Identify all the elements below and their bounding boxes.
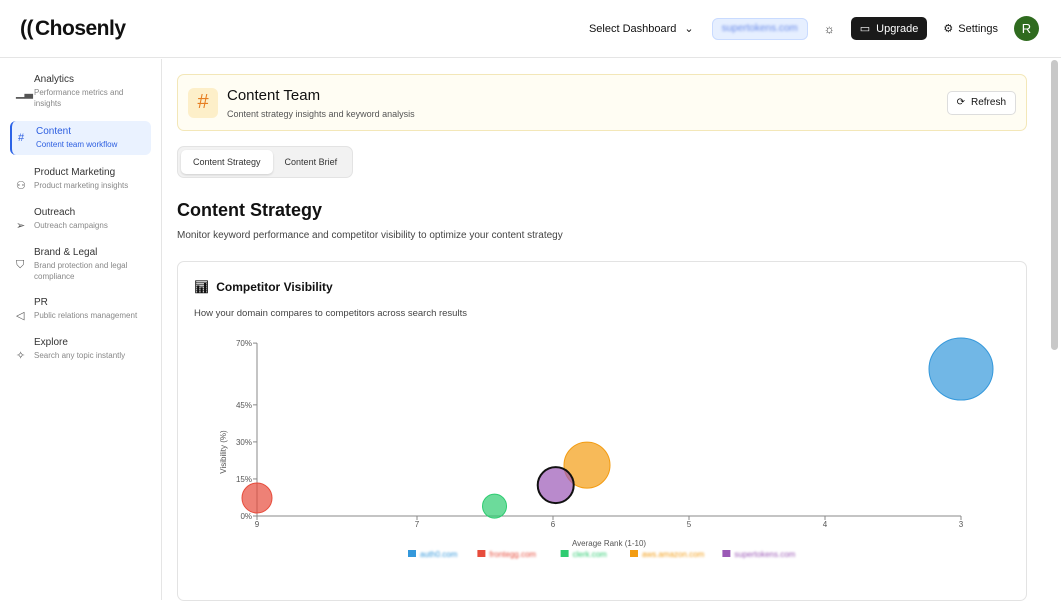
sidebar-item-pr[interactable]: ◁ PR Public relations management (10, 294, 151, 325)
bubble-auth0-com (928, 337, 994, 401)
scrollbar[interactable] (1051, 60, 1058, 350)
legend-swatch (560, 550, 569, 557)
shield-icon: ⛉ (16, 259, 25, 271)
legend-label: aws.amazon.com (642, 550, 705, 559)
tabs: Content Strategy Content Brief (177, 146, 354, 178)
logo-icon: (( (20, 16, 34, 40)
legend-label: clerk.com (573, 550, 608, 559)
sidebar-item-product-marketing[interactable]: ⚇ Product Marketing Product marketing insi… (10, 164, 151, 195)
card-icon: ▭ (859, 23, 871, 35)
y-tick-label: 0% (240, 512, 252, 521)
avatar[interactable]: R (1014, 16, 1039, 41)
top-bar: ((Chosenly Select Dashboard ⌄ supertokens… (0, 0, 1061, 58)
team-banner: # Content Team Content strategy insights … (177, 74, 1027, 131)
sidebar-item-explore[interactable]: ✧ Explore Search any topic instantly (10, 334, 151, 365)
y-tick-label: 15% (236, 475, 252, 484)
legend-label: frontegg.com (489, 550, 536, 559)
x-tick-label: 6 (551, 520, 556, 529)
upgrade-button[interactable]: ▭ Upgrade (850, 17, 928, 40)
bubble-frontegg-com (241, 482, 273, 514)
sidebar-item-outreach[interactable]: ➢ Outreach Outreach campaigns (10, 204, 151, 235)
bubble-supertokens-com (536, 466, 575, 505)
legend-swatch (722, 550, 731, 557)
sidebar-item-analytics[interactable]: ▁▃ Analytics Performance metrics and insig… (10, 71, 151, 112)
y-tick-label: 30% (236, 438, 252, 447)
x-tick-label: 5 (687, 520, 692, 529)
banner-title: Content Team (227, 86, 321, 104)
sidebar-item-content[interactable]: # Content Content team workflow (10, 121, 151, 155)
chevron-down-icon: ⌄ (684, 23, 694, 35)
gear-icon: ⚙ (943, 23, 954, 35)
bubble-clerk-com (482, 493, 508, 519)
banner-subtitle: Content strategy insights and keyword an… (227, 108, 415, 119)
x-tick-label: 4 (823, 520, 828, 529)
y-tick-label: 45% (236, 401, 252, 410)
y-axis-label: Visibility (%) (219, 430, 228, 474)
bar-chart-icon: ▁▃ (16, 87, 33, 99)
legend-label: auth0.com (420, 550, 458, 559)
x-tick-label: 9 (255, 520, 260, 529)
y-tick-label: 70% (236, 339, 252, 348)
theme-toggle-icon[interactable]: ☼ (824, 22, 835, 36)
refresh-icon: ⟳ (956, 97, 965, 108)
x-tick-label: 7 (415, 520, 420, 529)
legend-swatch (477, 550, 486, 557)
x-tick-label: 3 (959, 520, 964, 529)
legend-swatch (630, 550, 638, 557)
bubble-chart: 0% 15% 30% 45% 70% 9 7 6 5 4 3 Average Rank (1-10) V… (219, 337, 994, 559)
legend-swatch (408, 550, 416, 557)
hash-icon: # (188, 87, 218, 118)
hash-icon: # (18, 132, 25, 144)
tab-content-brief[interactable]: Content Brief (273, 150, 350, 174)
domain-pill[interactable]: supertokens.com (711, 17, 808, 40)
settings-button[interactable]: ⚙ Settings (943, 22, 998, 36)
legend-label: supertokens.com (734, 550, 795, 559)
x-axis-label: Average Rank (1-10) (572, 539, 646, 548)
refresh-button[interactable]: ⟳ Refresh (946, 90, 1016, 115)
competitor-visibility-card: 📊︎ Competitor Visibility How your domain … (177, 261, 1027, 601)
page-subtitle: Monitor keyword performance and competit… (177, 230, 563, 241)
sidebar: ▁▃ Analytics Performance metrics and insig… (0, 59, 162, 600)
sparkles-icon: ✧ (16, 350, 26, 362)
page-title: Content Strategy (177, 200, 323, 220)
send-icon: ➢ (16, 220, 26, 232)
tab-content-strategy[interactable]: Content Strategy (181, 150, 273, 174)
megaphone-icon: ◁ (16, 310, 25, 322)
dashboard-select[interactable]: Select Dashboard ⌄ (589, 22, 694, 36)
logo[interactable]: ((Chosenly (20, 17, 126, 41)
users-icon: ⚇ (16, 180, 26, 192)
sidebar-item-brand-legal[interactable]: ⛉ Brand & Legal Brand protection and legal… (10, 244, 151, 285)
